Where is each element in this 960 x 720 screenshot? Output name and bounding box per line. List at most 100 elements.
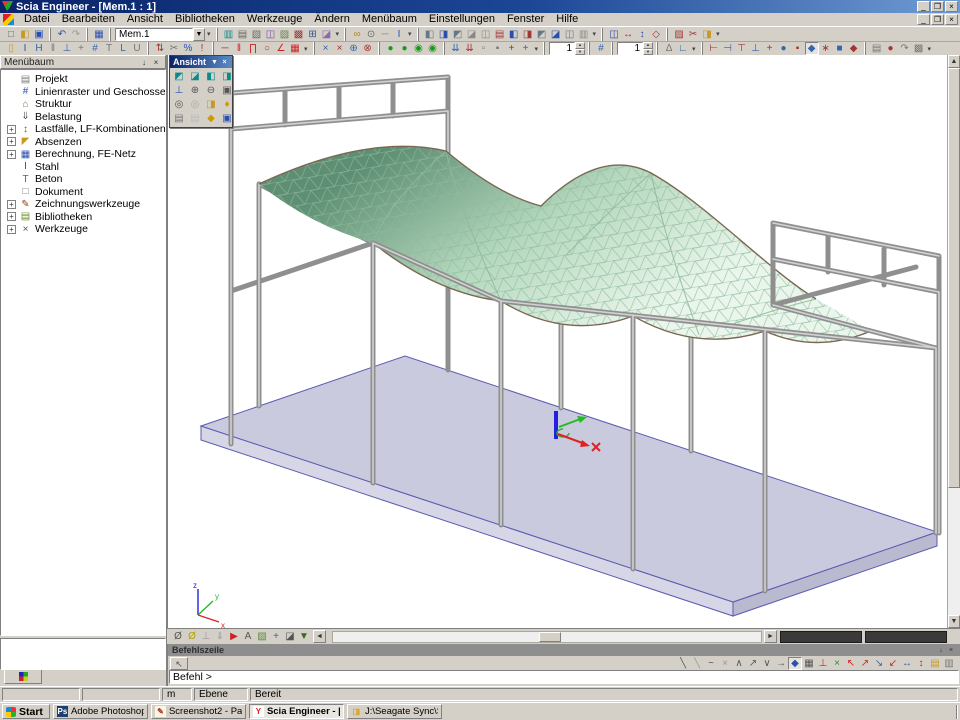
menu-item-datei[interactable]: Datei [18, 13, 56, 26]
view-axo-icon[interactable]: ◪ [465, 28, 479, 41]
rigid-icon[interactable]: ◆ [805, 42, 819, 55]
activity-spinner-value[interactable]: 1 [549, 42, 575, 55]
chevron-down-icon[interactable]: ▼ [210, 59, 219, 66]
tree-item-label[interactable]: Lastfälle, LF-Kombinationen [35, 123, 166, 135]
save-view-icon[interactable]: ▤ [870, 42, 884, 55]
stretch-icon[interactable]: ↕ [635, 28, 649, 41]
axes-display-icon[interactable]: + [269, 630, 283, 644]
visibility-icon[interactable]: ◨ [204, 98, 218, 111]
camera-icon[interactable]: ▤ [172, 112, 186, 125]
ortho-icon[interactable]: ⊥ [816, 657, 830, 670]
tree-item-label[interactable]: Bibliotheken [35, 211, 92, 223]
frame-icon[interactable]: H [32, 42, 46, 55]
snap-off-icon[interactable]: × [718, 657, 732, 670]
expand-plus-icon[interactable]: + [7, 150, 16, 159]
tree-item-drawing-tools[interactable]: +✎Zeichnungswerkzeuge [5, 198, 165, 211]
save-icon[interactable]: ▣ [32, 28, 46, 41]
view-axo-icon[interactable]: ◩ [172, 70, 186, 83]
circle-icon[interactable]: ○ [260, 42, 274, 55]
mdi-minimize-button[interactable]: _ [917, 14, 930, 25]
close-icon[interactable]: × [150, 57, 162, 68]
command-line-header[interactable]: Befehlszeile ↓ × [168, 644, 960, 656]
taskbar-task-scia[interactable]: YScia Engineer - [Mem.... [249, 704, 344, 719]
snap-dot2-icon[interactable]: ● [398, 42, 412, 55]
paperspace-icon[interactable]: ▩ [292, 28, 306, 41]
label-flag-icon[interactable]: ▶ [227, 630, 241, 644]
snap-dot3-icon[interactable]: ◉ [412, 42, 426, 55]
tree-item-label[interactable]: Linienraster und Geschosse [35, 86, 166, 98]
view-iso3-icon[interactable]: ◩ [535, 28, 549, 41]
cursor-mode-button[interactable]: ↖ [170, 657, 188, 670]
layer-spinner[interactable]: 1 ▲▼ [617, 42, 653, 55]
view-side-icon[interactable]: ◩ [451, 28, 465, 41]
tree-item-load[interactable]: ⇓Belastung [5, 111, 165, 124]
render-mode-icon[interactable]: Ø [185, 630, 199, 644]
tree-item-label[interactable]: Beton [35, 173, 62, 185]
mdi-restore-button[interactable]: ❐ [931, 14, 944, 25]
node-snap-nw-icon[interactable]: ↖ [844, 657, 858, 670]
line-grid2-icon[interactable]: ▥ [942, 657, 956, 670]
project-combo[interactable]: Mem.1 ▼ [115, 28, 205, 41]
tree-item-label[interactable]: Werkzeuge [35, 223, 88, 235]
view-iso1-icon[interactable]: ◧ [507, 28, 521, 41]
redo-icon[interactable]: ↷ [69, 28, 83, 41]
node-add-icon[interactable]: × [333, 42, 347, 55]
column-icon[interactable]: ▯ [4, 42, 18, 55]
cross-snap-icon[interactable]: × [830, 657, 844, 670]
tree-item-tools[interactable]: +×Werkzeuge [5, 223, 165, 236]
drop1-icon[interactable]: ⇊ [449, 42, 463, 55]
line-icon[interactable]: ─ [218, 42, 232, 55]
tree-item-loadcase[interactable]: +↕Lastfälle, LF-Kombinationen [5, 123, 165, 136]
copy-picture-icon[interactable]: ◫ [264, 28, 278, 41]
node-snap-sw-icon[interactable]: ↙ [886, 657, 900, 670]
cut-icon[interactable]: ✂ [686, 28, 700, 41]
wall-icon[interactable]: L [116, 42, 130, 55]
rib-icon[interactable]: ‖ [46, 42, 60, 55]
tree-item-document[interactable]: □Dokument [5, 186, 165, 199]
block-icon[interactable]: ■ [833, 42, 847, 55]
link-icon[interactable]: ∞ [350, 28, 364, 41]
grid-icon[interactable]: ▦ [288, 42, 302, 55]
layers-icon[interactable]: ▩ [912, 42, 926, 55]
expand-plus-icon[interactable]: + [7, 225, 16, 234]
menu-item-hilfe[interactable]: Hilfe [550, 13, 584, 26]
snap-peak-icon[interactable]: ∧ [732, 657, 746, 670]
horizontal-scroll-thumb[interactable] [539, 632, 561, 642]
tree-item-calculation[interactable]: +▦Berechnung, FE-Netz [5, 148, 165, 161]
tree-item-label[interactable]: Zeichnungswerkzeuge [35, 198, 140, 210]
clipbox-icon[interactable]: ◆ [204, 112, 218, 125]
new-project-icon[interactable]: □ [4, 28, 18, 41]
tree-item-label[interactable]: Struktur [35, 98, 72, 110]
view-xy-icon[interactable]: ◪ [188, 70, 202, 83]
small2-icon[interactable]: ▪ [491, 42, 505, 55]
menu-item-ansicht[interactable]: Ansicht [121, 13, 169, 26]
rectangle-icon[interactable]: ∏ [246, 42, 260, 55]
shell-icon[interactable]: U [130, 42, 144, 55]
measure-icon[interactable]: ─ [378, 28, 392, 41]
node-snap-ne-icon[interactable]: ↗ [858, 657, 872, 670]
node-snap-se-icon[interactable]: ↘ [872, 657, 886, 670]
tree-item-label[interactable]: Absenzen [35, 136, 82, 148]
tree-item-structure[interactable]: ⌂Struktur [5, 98, 165, 111]
diamond-icon[interactable]: ◆ [847, 42, 861, 55]
haunch-icon[interactable]: ⊥ [60, 42, 74, 55]
copy-icon[interactable]: ◫ [607, 28, 621, 41]
tree-item-steel[interactable]: IStahl [5, 161, 165, 174]
project-window-icon[interactable]: ▦ [92, 28, 106, 41]
screen-capture-icon[interactable]: ▥ [222, 28, 236, 41]
zoom-in-icon[interactable]: ⊕ [188, 84, 202, 97]
sidebar-tab-menubaum[interactable] [4, 670, 42, 684]
small1-icon[interactable]: ▫ [477, 42, 491, 55]
snap-arc-icon[interactable]: ~ [704, 657, 718, 670]
mdi-close-button[interactable]: × [945, 14, 958, 25]
tree-item-label[interactable]: Belastung [35, 111, 82, 123]
docked-bar-left[interactable] [780, 631, 862, 643]
taskbar-task-photoshop[interactable]: PsAdobe Photoshop CS3 E... [53, 704, 148, 719]
view-top-icon[interactable]: ◧ [423, 28, 437, 41]
node-delete-icon[interactable]: × [319, 42, 333, 55]
expand-plus-icon[interactable]: + [7, 125, 16, 134]
tree-item-project[interactable]: ▤Projekt [5, 73, 165, 86]
view-bottom-icon[interactable]: ▤ [493, 28, 507, 41]
view-yz-icon[interactable]: ◨ [220, 70, 234, 83]
docked-bar-right[interactable] [865, 631, 947, 643]
